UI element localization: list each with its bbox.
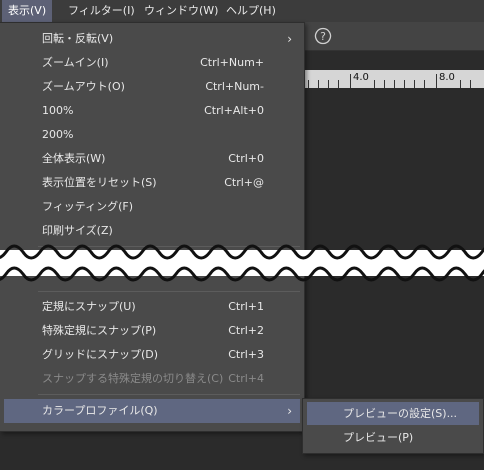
- menu-item-200-percent[interactable]: 200%: [4, 123, 300, 147]
- ruler-label: 8.0: [439, 72, 455, 83]
- menu-item-snap-special-ruler[interactable]: 特殊定規にスナップ(P) Ctrl+2: [4, 319, 300, 343]
- menu-item-label: ズームイン(I): [42, 56, 109, 69]
- svg-text:?: ?: [320, 30, 326, 43]
- menu-item-color-profile[interactable]: カラープロファイル(Q) ›: [4, 399, 300, 423]
- menu-item-shortcut: Ctrl+Num-: [205, 80, 264, 93]
- menu-separator: [38, 291, 300, 292]
- menu-item-shortcut: Ctrl+Num+: [200, 56, 264, 69]
- menu-item-label: 200%: [42, 128, 74, 141]
- menu-item-label: 100%: [42, 104, 74, 117]
- menu-item-snap-ruler[interactable]: 定規にスナップ(U) Ctrl+1: [4, 295, 300, 319]
- menu-item-zoom-out[interactable]: ズームアウト(O) Ctrl+Num-: [4, 75, 300, 99]
- menu-bar: 表示(V) フィルター(I) ウィンドウ(W) ヘルプ(H): [0, 0, 484, 23]
- menu-item-zoom-in[interactable]: ズームイン(I) Ctrl+Num+: [4, 51, 300, 75]
- menu-item-shortcut: Ctrl+Alt+0: [204, 104, 264, 117]
- color-profile-submenu: プレビューの設定(S)... プレビュー(P): [302, 398, 484, 454]
- menu-item-shortcut: Ctrl+1: [228, 300, 264, 313]
- help-icon[interactable]: ?: [314, 27, 332, 45]
- menu-item-100-percent[interactable]: 100% Ctrl+Alt+0: [4, 99, 300, 123]
- menu-item-shortcut: Ctrl+4: [228, 372, 264, 385]
- menu-item-shortcut: Ctrl+@: [224, 176, 264, 189]
- menu-separator: [38, 394, 300, 395]
- menu-item-label: 特殊定規にスナップ(P): [42, 324, 157, 337]
- menu-item-label: 全体表示(W): [42, 152, 106, 165]
- menu-item-shortcut: Ctrl+0: [228, 152, 264, 165]
- menu-item-label: 回転・反転(V): [42, 32, 114, 45]
- menu-item-shortcut: Ctrl+3: [228, 348, 264, 361]
- menu-item-label: カラープロファイル(Q): [42, 404, 158, 417]
- menu-item-shortcut: Ctrl+2: [228, 324, 264, 337]
- horizontal-ruler: 4.0 8.0: [300, 70, 484, 88]
- menu-item-label: スナップする特殊定規の切り替え(C): [42, 372, 224, 385]
- menu-item-label: グリッドにスナップ(D): [42, 348, 159, 361]
- menu-item-fitting[interactable]: フィッティング(F): [4, 195, 300, 219]
- chevron-right-icon: ›: [287, 404, 292, 418]
- zigzag-break: [0, 244, 484, 282]
- menu-help[interactable]: ヘルプ(H): [220, 0, 282, 22]
- chevron-right-icon: ›: [287, 32, 292, 46]
- menu-item-label: 定規にスナップ(U): [42, 300, 136, 313]
- menu-item-label: ズームアウト(O): [42, 80, 125, 93]
- submenu-item-preview[interactable]: プレビュー(P): [307, 426, 479, 449]
- menu-item-rotate-flip[interactable]: 回転・反転(V) ›: [4, 27, 300, 51]
- menu-item-switch-snap-ruler: スナップする特殊定規の切り替え(C) Ctrl+4: [4, 367, 300, 391]
- menu-item-label: フィッティング(F): [42, 200, 134, 213]
- menu-item-label: プレビュー(P): [343, 431, 414, 444]
- view-menu: 回転・反転(V) › ズームイン(I) Ctrl+Num+ ズームアウト(O) …: [0, 22, 305, 432]
- ruler-label: 4.0: [353, 72, 369, 83]
- menu-item-snap-grid[interactable]: グリッドにスナップ(D) Ctrl+3: [4, 343, 300, 367]
- menu-filter[interactable]: フィルター(I): [62, 0, 141, 22]
- menu-item-label: 表示位置をリセット(S): [42, 176, 157, 189]
- menu-item-label: プレビューの設定(S)...: [343, 407, 458, 420]
- menu-view[interactable]: 表示(V): [2, 0, 53, 22]
- menu-item-fit-all[interactable]: 全体表示(W) Ctrl+0: [4, 147, 300, 171]
- menu-item-reset-position[interactable]: 表示位置をリセット(S) Ctrl+@: [4, 171, 300, 195]
- menu-window[interactable]: ウィンドウ(W): [138, 0, 224, 22]
- submenu-item-preview-settings[interactable]: プレビューの設定(S)...: [307, 402, 479, 425]
